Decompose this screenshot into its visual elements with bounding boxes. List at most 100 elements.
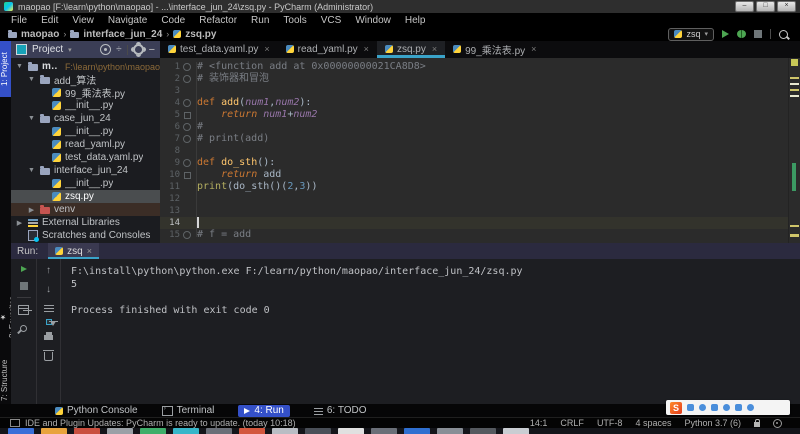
gutter-fold-column[interactable] bbox=[180, 73, 194, 85]
line-number[interactable]: 11 bbox=[160, 181, 180, 193]
stop-icon[interactable] bbox=[20, 282, 28, 290]
tree-expand-icon[interactable]: ▼ bbox=[27, 167, 36, 174]
close-button[interactable]: × bbox=[777, 1, 796, 12]
line-number[interactable]: 3 bbox=[160, 85, 180, 97]
lang-toggle-icon[interactable] bbox=[687, 404, 694, 411]
breadcrumb-item[interactable]: interface_jun_24 bbox=[70, 29, 162, 40]
sogou-logo-icon[interactable]: S bbox=[670, 402, 682, 414]
taskbar-item[interactable] bbox=[437, 428, 463, 434]
taskbar-item[interactable] bbox=[404, 428, 430, 434]
line-number[interactable]: 7 bbox=[160, 133, 180, 145]
tree-item[interactable]: read_yaml.py bbox=[11, 138, 160, 151]
menu-item-window[interactable]: Window bbox=[348, 15, 398, 26]
taskbar-item[interactable] bbox=[338, 428, 364, 434]
console-output[interactable]: F:\install\python\python.exe F:/learn/py… bbox=[61, 259, 800, 404]
warning-mark[interactable] bbox=[790, 95, 799, 97]
gutter-fold-column[interactable] bbox=[180, 121, 194, 133]
gutter-fold-column[interactable] bbox=[180, 109, 194, 121]
tree-item[interactable]: __init__.py bbox=[11, 99, 160, 112]
warning-mark[interactable] bbox=[790, 225, 799, 227]
pin-icon[interactable] bbox=[19, 324, 29, 334]
close-icon[interactable]: × bbox=[264, 44, 269, 54]
tool-button-6-todo[interactable]: 6: TODO bbox=[314, 405, 367, 416]
taskbar-item[interactable] bbox=[173, 428, 199, 434]
fold-marker-icon[interactable] bbox=[183, 123, 191, 131]
tree-item[interactable]: zsq.py bbox=[11, 190, 160, 203]
gutter-fold-column[interactable] bbox=[180, 205, 194, 217]
tool-button-favorites[interactable]: ★ 2: Favorites bbox=[0, 288, 11, 346]
menu-item-navigate[interactable]: Navigate bbox=[101, 15, 154, 26]
clear-all-icon[interactable] bbox=[44, 352, 53, 361]
line-number[interactable]: 13 bbox=[160, 205, 180, 217]
taskbar-item[interactable] bbox=[206, 428, 232, 434]
close-icon[interactable]: × bbox=[87, 246, 92, 256]
tree-item[interactable]: ▶venv bbox=[11, 203, 160, 216]
line-number[interactable]: 14 bbox=[160, 217, 180, 229]
gutter-fold-column[interactable] bbox=[180, 169, 194, 181]
code-editor[interactable]: 1# <function add at 0x00000000021CA8D8>2… bbox=[160, 58, 788, 243]
status-message[interactable]: IDE and Plugin Updates: PyCharm is ready… bbox=[25, 418, 296, 428]
print-icon[interactable] bbox=[44, 335, 53, 340]
tree-item[interactable]: __init__.py bbox=[11, 125, 160, 138]
line-number[interactable]: 4 bbox=[160, 97, 180, 109]
restore-layout-icon[interactable] bbox=[18, 305, 29, 315]
taskbar-item[interactable] bbox=[41, 428, 67, 434]
menu-item-code[interactable]: Code bbox=[154, 15, 192, 26]
file-encoding[interactable]: UTF-8 bbox=[597, 418, 623, 428]
editor-error-stripe[interactable] bbox=[788, 58, 800, 243]
tree-expand-icon[interactable]: ▼ bbox=[27, 76, 36, 83]
gutter-fold-column[interactable] bbox=[180, 217, 194, 229]
editor-tab[interactable]: read_yaml.py× bbox=[278, 41, 377, 58]
gutter-fold-column[interactable] bbox=[180, 157, 194, 169]
line-separator[interactable]: CRLF bbox=[560, 418, 584, 428]
stop-button[interactable] bbox=[754, 30, 762, 38]
warning-mark[interactable] bbox=[790, 234, 799, 237]
tool-button-project[interactable]: 1: Project bbox=[0, 41, 11, 97]
line-number[interactable]: 15 bbox=[160, 229, 180, 241]
line-number[interactable]: 9 bbox=[160, 157, 180, 169]
sogou-ime-toolbar[interactable]: S bbox=[666, 400, 790, 415]
python-interpreter[interactable]: Python 3.7 (6) bbox=[684, 418, 741, 428]
minimize-button[interactable]: – bbox=[735, 1, 754, 12]
gutter-fold-column[interactable] bbox=[180, 193, 194, 205]
tree-item[interactable]: __init__.py bbox=[11, 177, 160, 190]
warning-mark[interactable] bbox=[790, 83, 799, 85]
line-number[interactable]: 1 bbox=[160, 61, 180, 73]
mic-icon[interactable] bbox=[723, 404, 730, 411]
run-configuration-select[interactable]: zsq ▾ bbox=[668, 28, 714, 41]
lock-icon[interactable] bbox=[754, 422, 760, 427]
taskbar-item[interactable] bbox=[8, 428, 34, 434]
taskbar-item[interactable] bbox=[239, 428, 265, 434]
close-icon[interactable]: × bbox=[364, 44, 369, 54]
fold-marker-icon[interactable] bbox=[183, 135, 191, 143]
tool-button-4-run[interactable]: 4: Run bbox=[238, 405, 289, 417]
taskbar-item[interactable] bbox=[140, 428, 166, 434]
indent-style[interactable]: 4 spaces bbox=[635, 418, 671, 428]
menu-item-tools[interactable]: Tools bbox=[276, 15, 313, 26]
menu-item-refactor[interactable]: Refactor bbox=[192, 15, 244, 26]
tree-item[interactable]: 99_乘法表.py bbox=[11, 86, 160, 99]
tree-expand-icon[interactable]: ▼ bbox=[27, 115, 36, 122]
scroll-to-end-toggle[interactable] bbox=[46, 319, 52, 325]
gear-icon[interactable] bbox=[133, 44, 144, 55]
menu-item-edit[interactable]: Edit bbox=[34, 15, 65, 26]
editor-tab[interactable]: test_data.yaml.py× bbox=[160, 41, 278, 58]
tool-button-structure[interactable]: 7: Structure bbox=[0, 352, 11, 408]
taskbar-item[interactable] bbox=[305, 428, 331, 434]
fold-marker-icon[interactable] bbox=[183, 75, 191, 83]
taskbar-item[interactable] bbox=[371, 428, 397, 434]
menu-item-file[interactable]: File bbox=[4, 15, 34, 26]
gutter-fold-column[interactable] bbox=[180, 97, 194, 109]
collapse-all-icon[interactable]: ÷ bbox=[116, 45, 122, 55]
fold-marker-icon[interactable] bbox=[183, 63, 191, 71]
breadcrumb-item[interactable]: maopao bbox=[8, 29, 59, 40]
fold-marker-icon[interactable] bbox=[183, 99, 191, 107]
fold-marker-icon[interactable] bbox=[183, 231, 191, 239]
editor-tab[interactable]: zsq.py× bbox=[377, 41, 445, 58]
gutter-fold-column[interactable] bbox=[180, 145, 194, 157]
toolbox-icon[interactable] bbox=[747, 404, 754, 411]
menu-item-run[interactable]: Run bbox=[244, 15, 276, 26]
warning-mark[interactable] bbox=[790, 77, 799, 79]
tool-button-terminal[interactable]: Terminal bbox=[162, 405, 215, 416]
taskbar-item[interactable] bbox=[503, 428, 529, 434]
